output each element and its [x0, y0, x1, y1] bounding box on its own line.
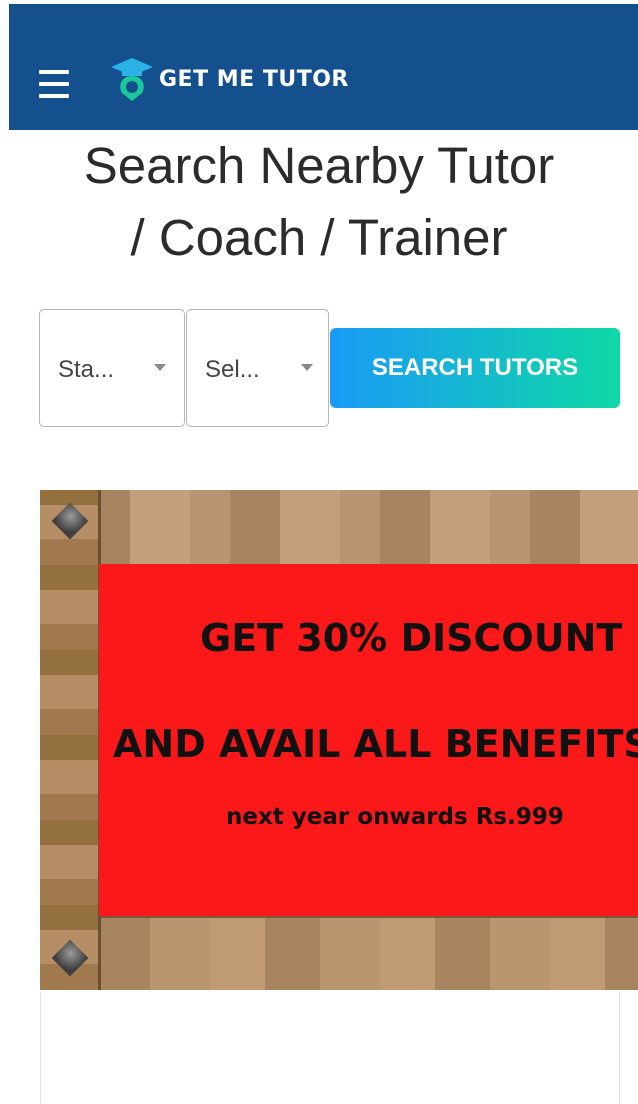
- banner-price-note: next year onwards Rs.999: [226, 804, 564, 830]
- banner-red-panel: GET 30% DISCOUNT AND AVAIL ALL BENEFITS …: [99, 564, 638, 916]
- page-title: Search Nearby Tutor / Coach / Trainer: [0, 130, 638, 274]
- banner-frame-bottom: [40, 915, 638, 990]
- page-title-line-2: / Coach / Trainer: [130, 209, 508, 266]
- chevron-down-icon: [301, 364, 313, 371]
- subject-select-value: Sel...: [205, 356, 260, 383]
- chevron-down-icon: [154, 364, 166, 371]
- banner-frame-top: [40, 490, 638, 567]
- graduation-cap-pin-icon: [111, 58, 153, 101]
- banner-frame-left: [40, 490, 101, 990]
- discount-banner[interactable]: GET 30% DISCOUNT AND AVAIL ALL BENEFITS …: [40, 490, 638, 990]
- search-tutors-button[interactable]: SEARCH TUTORS: [330, 328, 620, 408]
- state-select-value: Sta...: [58, 356, 115, 383]
- logo-text: GET ME TUTOR: [159, 66, 349, 92]
- hamburger-menu-icon[interactable]: [39, 70, 69, 98]
- banner-subheadline: AND AVAIL ALL BENEFITS: [113, 722, 638, 766]
- state-select[interactable]: Sta...: [39, 309, 185, 427]
- page-title-line-1: Search Nearby Tutor: [83, 137, 555, 194]
- content-card: [40, 991, 620, 1104]
- top-navbar: GET ME TUTOR: [9, 4, 638, 130]
- banner-headline: GET 30% DISCOUNT: [200, 616, 623, 660]
- site-logo[interactable]: GET ME TUTOR: [109, 54, 349, 104]
- subject-select[interactable]: Sel...: [186, 309, 329, 427]
